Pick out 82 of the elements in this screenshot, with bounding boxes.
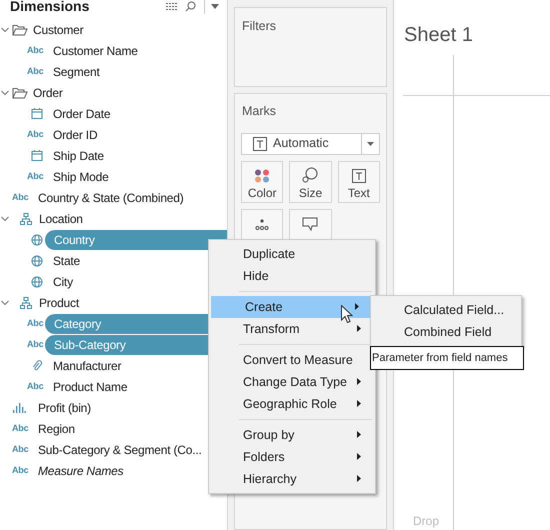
- field-item[interactable]: Order ID: [53, 126, 98, 144]
- hierarchy-icon: [20, 296, 32, 308]
- menu-item[interactable]: Geographic Role: [209, 393, 375, 415]
- field-item[interactable]: Profit (bin): [38, 398, 91, 416]
- chevron-icon[interactable]: [1, 300, 9, 306]
- mark-button[interactable]: Text: [338, 160, 380, 203]
- menu-item[interactable]: Calculated Field...: [371, 299, 521, 321]
- menu-item[interactable]: Create: [211, 296, 373, 318]
- globe-icon: [31, 234, 43, 246]
- card-title: Filters: [242, 19, 276, 33]
- panel-title: Dimensions: [10, 0, 90, 16]
- string-type-icon: Abc: [12, 424, 32, 433]
- drop-hint: Drop: [413, 513, 440, 530]
- folder-label[interactable]: Product: [39, 294, 79, 312]
- menu-item[interactable]: Group by: [209, 424, 375, 446]
- submenu-arrow-icon: [357, 431, 361, 438]
- submenu-arrow-icon: [357, 325, 361, 332]
- field-item[interactable]: City: [53, 272, 73, 290]
- globe-icon: [31, 254, 43, 266]
- string-type-icon: Abc: [27, 67, 47, 76]
- submenu-arrow-icon: [357, 475, 361, 482]
- field-item[interactable]: Region: [38, 420, 75, 438]
- field-item[interactable]: Ship Date: [53, 146, 104, 164]
- chevron-icon[interactable]: [1, 27, 9, 33]
- detail-icon: [255, 218, 270, 231]
- string-type-icon: Abc: [27, 130, 47, 139]
- histogram-icon: [12, 402, 26, 412]
- string-type-icon: Abc: [27, 46, 47, 55]
- string-type-icon: Abc: [27, 319, 47, 328]
- string-type-icon: Abc: [27, 340, 47, 349]
- list-view-icon[interactable]: [166, 2, 178, 12]
- menu-item[interactable]: Hierarchy: [209, 468, 375, 490]
- menu-item[interactable]: Change Data Type: [209, 371, 375, 393]
- folder-label[interactable]: Location: [39, 210, 83, 228]
- speech-bubble-icon: [302, 216, 318, 231]
- tooltip: Parameter from field names: [370, 346, 524, 370]
- menu-item[interactable]: Hide: [209, 265, 375, 287]
- field-item[interactable]: Product Name: [53, 378, 128, 396]
- string-type-icon: Abc: [12, 193, 32, 202]
- field-item[interactable]: Order Date: [53, 104, 110, 122]
- folder-icon: [12, 24, 28, 36]
- cursor-icon: [341, 305, 353, 324]
- size-icon: [302, 166, 318, 183]
- field-item[interactable]: Measure Names: [38, 462, 124, 480]
- color-dots-icon: [254, 168, 270, 183]
- text-icon: [352, 168, 366, 183]
- globe-icon: [31, 276, 43, 288]
- menu-item[interactable]: Folders: [209, 446, 375, 468]
- folder-label[interactable]: Customer: [33, 20, 84, 38]
- submenu-arrow-icon: [357, 400, 361, 407]
- sheet-title: Sheet 1: [404, 23, 473, 48]
- menu-item[interactable]: Combined Field: [371, 321, 521, 343]
- submenu-arrow-icon: [357, 378, 361, 385]
- caret-icon: [367, 142, 374, 146]
- text-icon: [253, 136, 267, 151]
- chevron-icon[interactable]: [1, 216, 9, 222]
- field-item[interactable]: Segment: [53, 62, 100, 80]
- string-type-icon: Abc: [27, 172, 47, 181]
- string-type-icon: Abc: [27, 382, 47, 391]
- submenu-arrow-icon: [357, 453, 361, 460]
- hierarchy-icon: [20, 212, 32, 224]
- field-item[interactable]: Manufacturer: [53, 356, 122, 374]
- field-item[interactable]: State: [53, 252, 80, 270]
- calendar-icon: [31, 108, 43, 119]
- chevron-icon[interactable]: [1, 90, 9, 96]
- folder-label[interactable]: Order: [33, 84, 63, 102]
- submenu-arrow-icon: [355, 303, 359, 310]
- field-item[interactable]: Ship Mode: [53, 168, 109, 186]
- mark-type-dropdown[interactable]: Automatic: [241, 132, 380, 155]
- card-title: Marks: [241, 103, 278, 120]
- search-icon[interactable]: [185, 1, 196, 12]
- field-item[interactable]: Customer Name: [53, 42, 138, 60]
- folder-icon: [12, 86, 28, 98]
- field-item[interactable]: Sub-Category & Segment (Co...: [38, 440, 202, 458]
- string-type-icon: Abc: [12, 445, 32, 454]
- dropdown-caret-icon[interactable]: [211, 4, 219, 9]
- mark-button[interactable]: Size: [289, 160, 332, 203]
- field-item[interactable]: Country & State (Combined): [38, 188, 184, 206]
- mark-button[interactable]: Color: [241, 160, 284, 203]
- paperclip-icon: [31, 360, 43, 372]
- calendar-icon: [31, 150, 43, 161]
- string-type-icon: Abc: [12, 466, 32, 475]
